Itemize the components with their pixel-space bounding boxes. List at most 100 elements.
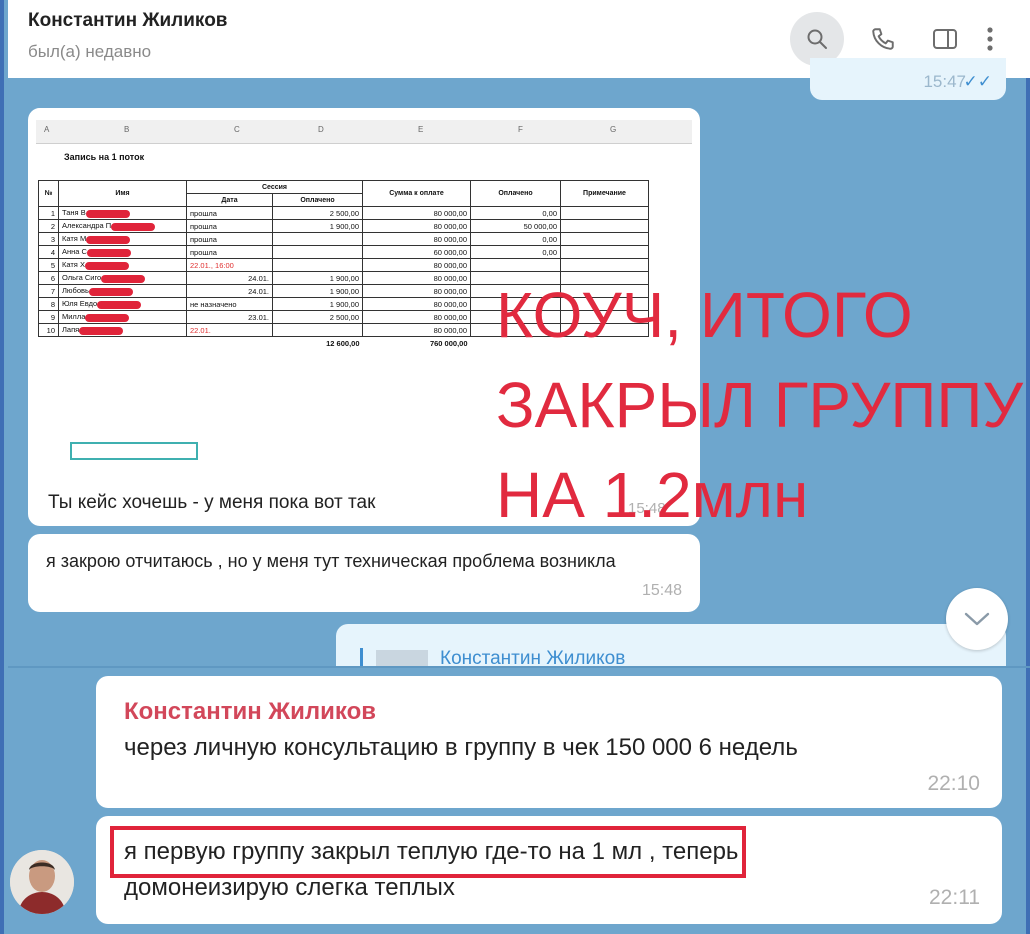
table-cell: 1 900,00 [272,219,363,233]
message-text: я закрою отчитаюсь , но у меня тут техни… [46,551,616,571]
column-letter: B [124,125,130,134]
total-paid-session: 12 600,00 [326,338,360,348]
cell-text: 2 500,00 [329,312,359,322]
cell-text: 2 500,00 [329,208,359,218]
scroll-to-bottom-button[interactable] [946,588,1008,650]
table-cell: 24.01. [186,284,273,298]
cell-text: 80 000,00 [433,273,467,283]
cell-text: 1 900,00 [329,299,359,309]
outgoing-reply-message[interactable]: Константин Жиликов [336,624,1006,669]
table-cell: 8 [38,297,59,311]
table-cell: 80 000,00 [362,258,471,272]
table-cell: 7 [38,284,59,298]
screenshot-divider [8,666,1030,668]
avatar[interactable] [10,850,74,914]
message-time: 15:48 [641,582,682,599]
table-cell [272,245,363,259]
redaction-mark [86,248,131,257]
sender-name[interactable]: Константин Жиликов [124,698,376,726]
cell-text: 80 000,00 [433,299,467,309]
cell-text: Любовь [62,286,89,296]
incoming-message[interactable]: я первую группу закрыл теплую где-то на … [96,816,1002,924]
table-cell: 50 000,00 [470,219,561,233]
cell-text: не назначено [190,299,237,309]
table-cell: 0,00 [470,245,561,259]
column-letter: E [418,125,424,134]
outgoing-message[interactable]: 15:47 ✓✓ [810,58,1006,100]
message-time: 22:11 [929,886,980,909]
cell-text: 24.01. [248,286,269,296]
table-cell: Лапя [58,323,187,337]
cell-text: Юля Евдо [62,299,98,309]
table-row: 3 Катя М прошла 80 000,00 0,00 [38,232,649,246]
table-cell: прошла [186,232,273,246]
table-cell: 2 500,00 [272,206,363,220]
table-cell: 4 [38,245,59,259]
cell-text: Таня В [62,208,86,218]
contact-name[interactable]: Константин Жиликов [28,10,227,32]
cell-text: 0,00 [542,208,557,218]
photo-caption: Ты кейс хочешь - у меня пока вот так [48,492,376,513]
table-cell [560,245,649,259]
chat-window: Константин Жиликов был(а) недавно 15:47 … [0,0,1030,934]
highlight-box [110,826,746,878]
table-cell: 6 [38,271,59,285]
table-cell: Катя М [58,232,187,246]
redaction-mark [84,261,129,270]
redaction-mark [101,274,146,283]
cell-text: 80 000,00 [433,208,467,218]
column-header: № [38,180,59,207]
avatar-photo [10,850,74,914]
cell-text: 1 900,00 [329,221,359,231]
redaction-mark [88,287,133,296]
cell-text: 80 000,00 [433,221,467,231]
table-cell: 80 000,00 [362,297,471,311]
phone-icon [872,28,894,50]
table-cell: 80 000,00 [362,310,471,324]
column-letter: F [518,125,523,134]
column-header: Сессия [186,180,363,194]
column-header: Примечание [560,180,649,207]
table-cell: 22.01. [186,323,273,337]
cell-text: прошла [190,234,217,244]
cell-text: 23.01. [248,312,269,322]
table-cell: Любовь [58,284,187,298]
cell-text: 5 [50,260,55,270]
table-row: 1 Таня В прошла 2 500,00 80 000,00 0,00 [38,206,649,220]
table-cell: 23.01. [186,310,273,324]
table-cell: Милла [58,310,187,324]
cell-text: Катя Х [62,260,85,270]
table-cell: 80 000,00 [362,206,471,220]
cell-text: 1 900,00 [329,273,359,283]
selected-cell [70,442,198,460]
incoming-message[interactable]: Константин Жиликов через личную консульт… [96,676,1002,808]
cell-text: 80 000,00 [433,286,467,296]
cell-text: 60 000,00 [433,247,467,257]
table-cell: 80 000,00 [362,271,471,285]
cell-text: 22.01. [190,325,211,335]
table-cell: Ольга Сиго [58,271,187,285]
table-cell: 80 000,00 [362,323,471,337]
table-cell: 1 900,00 [272,271,363,285]
sidebar-toggle-icon [933,29,957,49]
cell-text: 0,00 [542,234,557,244]
table-cell [272,232,363,246]
table-row: 4 Анна С прошла 60 000,00 0,00 [38,245,649,259]
incoming-message[interactable]: я закрою отчитаюсь , но у меня тут техни… [28,534,700,612]
overlay-line: ЗАКРЫЛ ГРУППУ [496,369,1023,441]
cell-text: прошла [190,221,217,231]
cell-text: 80 000,00 [433,325,467,335]
message-time: 15:47 [923,72,966,91]
table-cell [272,258,363,272]
table-cell: не назначено [186,297,273,311]
table-cell: 24.01. [186,271,273,285]
table-cell [560,206,649,220]
table-cell: 60 000,00 [362,245,471,259]
cell-text: 2 [50,221,55,231]
table-cell: 5 [38,258,59,272]
message-time: 22:10 [927,772,980,795]
overlay-line: КОУЧ, ИТОГО [496,279,913,351]
message-text: через личную консультацию в группу в чек… [124,734,798,761]
cell-text: Анна С [62,247,87,257]
table-row: 2 Александра П прошла 1 900,00 80 000,00 50 0… [38,219,649,233]
